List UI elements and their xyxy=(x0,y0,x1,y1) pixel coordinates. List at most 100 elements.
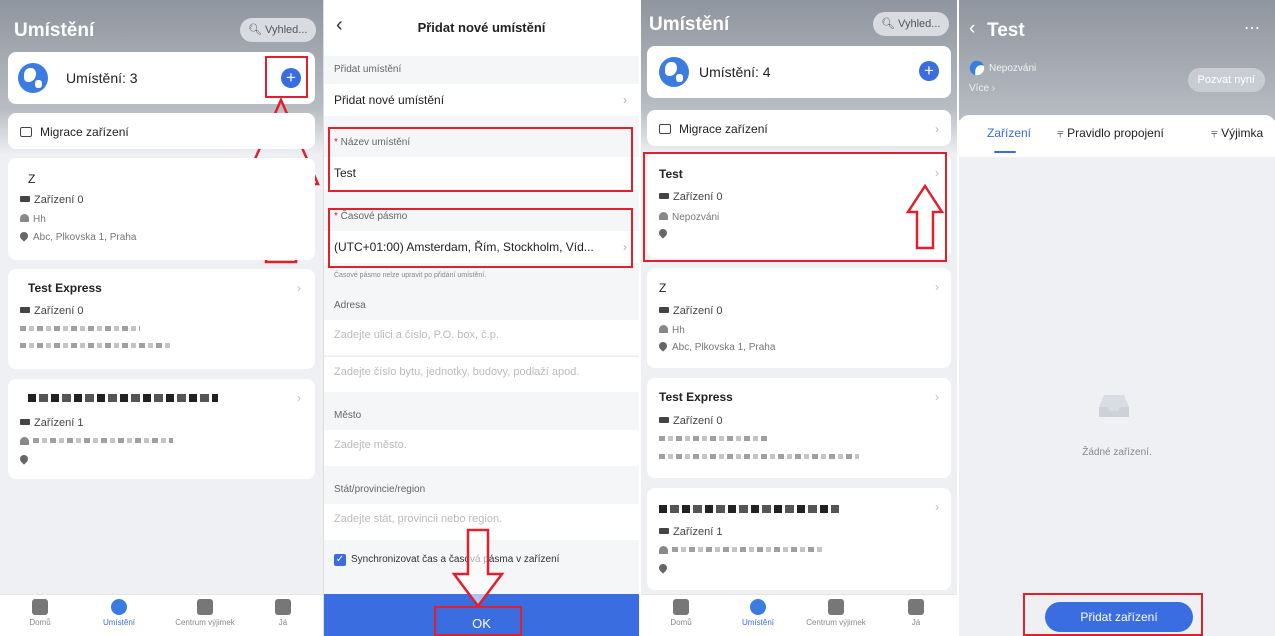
header-background xyxy=(959,0,1275,120)
rule-icon: ⫧︎ xyxy=(1211,126,1218,140)
tab-home[interactable]: Domů xyxy=(646,599,716,627)
empty-state-text: Žádné zařízení. xyxy=(1082,447,1152,458)
location-detail-screen: ‹ Test ⋯ Nepozváni Více › Pozvat nyní Za… xyxy=(957,0,1275,636)
active-tab-indicator xyxy=(994,151,1016,153)
chevron-right-icon: › xyxy=(935,122,939,136)
tab-exceptions[interactable]: Centrum výjimek xyxy=(801,599,871,627)
redacted-owner xyxy=(659,435,769,446)
location-card-test-express[interactable]: Test Express › Zařízení 0 xyxy=(8,269,315,369)
globe-icon xyxy=(18,63,48,93)
name-label: Název umístění xyxy=(340,137,411,148)
invite-now-button[interactable]: Pozvat nyní xyxy=(1187,68,1265,92)
migrate-devices-row[interactable]: Migrace zařízení xyxy=(8,113,315,149)
add-location-button[interactable]: + xyxy=(281,68,301,88)
timezone-note: Časové pásmo nelze upravit po přidání um… xyxy=(334,272,487,279)
person-icon xyxy=(275,599,291,615)
page-title: Umístění xyxy=(649,14,730,35)
location-card-z[interactable]: Z › Zařízení 0 Hh Abc, Plkovska 1, Praha xyxy=(647,268,951,368)
redacted-owner xyxy=(20,325,140,336)
more-link[interactable]: Více › xyxy=(969,83,995,94)
chevron-right-icon: › xyxy=(297,391,301,405)
device-icon xyxy=(659,193,669,199)
user-icon xyxy=(659,212,668,220)
add-device-button[interactable]: Přidat zařízení xyxy=(1045,602,1193,632)
search-icon: 🔍︎ xyxy=(881,18,895,30)
tab-locations[interactable]: Umístění xyxy=(84,599,154,627)
locations-count: Umístění: 4 xyxy=(699,64,771,80)
user-icon xyxy=(20,437,29,445)
search-button[interactable]: 🔍︎ Vyhled... xyxy=(240,18,316,42)
page-title: Přidat nové umístění xyxy=(417,20,546,35)
add-location-button[interactable]: + xyxy=(919,61,939,81)
timezone-label: Časové pásmo xyxy=(340,211,408,222)
device-icon xyxy=(20,419,30,425)
redacted-address xyxy=(659,453,859,464)
globe-icon xyxy=(750,599,766,615)
chevron-right-icon: › xyxy=(297,281,301,295)
ok-button[interactable]: OK xyxy=(324,594,639,636)
location-card-redacted[interactable]: › Zařízení 1 xyxy=(647,488,951,590)
tab-exceptions[interactable]: Centrum výjimek xyxy=(170,599,240,627)
globe-icon xyxy=(969,60,985,76)
tab-exception[interactable]: ⫧︎ Výjimka xyxy=(1211,126,1263,141)
location-pin-icon xyxy=(657,227,669,239)
address-label: Adresa xyxy=(334,300,366,311)
locations-screen: Umístění 🔍︎ Vyhled... Umístění: 3 + Migr… xyxy=(0,0,323,636)
globe-icon xyxy=(659,57,689,87)
bell-icon xyxy=(828,599,844,615)
chevron-right-icon: › xyxy=(935,280,939,294)
state-label: Stát/provincie/region xyxy=(334,484,426,495)
page-title: Umístění xyxy=(14,20,95,41)
chevron-right-icon: › xyxy=(935,500,939,514)
navigation-bar: ‹ Přidat nové umístění xyxy=(324,0,639,56)
locations-count: Umístění: 3 xyxy=(66,70,138,86)
location-pin-icon xyxy=(18,453,30,465)
redacted-owner xyxy=(659,546,822,557)
device-icon xyxy=(659,307,669,313)
user-icon xyxy=(20,214,29,222)
timezone-select[interactable]: (UTC+01:00) Amsterdam, Řím, Stockholm, V… xyxy=(324,231,639,263)
more-horizontal-icon[interactable]: ⋯ xyxy=(1244,18,1261,38)
location-pin-icon xyxy=(657,562,669,574)
home-icon xyxy=(673,599,689,615)
location-card-test-express[interactable]: Test Express › Zařízení 0 xyxy=(647,378,951,478)
user-icon xyxy=(659,546,668,554)
tab-linkage-rule[interactable]: ⫧︎ Pravidlo propojení xyxy=(1057,126,1164,141)
tab-home[interactable]: Domů xyxy=(5,599,75,627)
add-new-location-row[interactable]: Přidat nové umístění › xyxy=(324,84,639,116)
city-input[interactable]: Zadejte město. xyxy=(324,430,639,466)
tab-me[interactable]: Já xyxy=(248,599,318,627)
bell-icon xyxy=(197,599,213,615)
empty-tray-icon xyxy=(1099,395,1129,417)
chevron-right-icon: › xyxy=(935,390,939,404)
unit-input[interactable]: Zadejte číslo bytu, jednotky, budovy, po… xyxy=(324,356,639,392)
location-card-test[interactable]: Test › Zařízení 0 Nepozváni xyxy=(647,154,951,258)
street-input[interactable]: Zadejte ulici a číslo, P.O. box, č.p. xyxy=(324,320,639,355)
city-label: Město xyxy=(334,410,362,421)
migrate-devices-row[interactable]: Migrace zařízení › xyxy=(647,110,951,146)
device-icon xyxy=(659,417,669,423)
device-icon xyxy=(659,528,669,534)
location-card-redacted[interactable]: › Zařízení 1 xyxy=(8,379,315,479)
tab-devices[interactable]: Zařízení xyxy=(987,126,1031,140)
redacted-title xyxy=(659,504,839,516)
page-title: Test xyxy=(987,20,1025,41)
state-input[interactable]: Zadejte stát, provincii nebo region. xyxy=(324,504,639,540)
location-card-z[interactable]: Z Zařízení 0 Hh Abc, Plkovska 1, Praha xyxy=(8,158,315,260)
migrate-icon xyxy=(659,124,671,134)
redacted-address xyxy=(20,342,170,353)
tab-locations[interactable]: Umístění xyxy=(723,599,793,627)
tab-me[interactable]: Já xyxy=(881,599,951,627)
locations-screen-updated: Umístění 🔍︎ Vyhled... Umístění: 4 + Migr… xyxy=(639,0,957,636)
sync-time-checkbox[interactable]: ✓ Synchronizovat čas a časová pásma v zař… xyxy=(334,554,559,566)
back-icon[interactable]: ‹ xyxy=(969,18,975,40)
redacted-owner xyxy=(20,437,173,448)
location-name-input[interactable]: Test xyxy=(324,157,639,189)
rule-icon: ⫧︎ xyxy=(1057,126,1064,140)
home-icon xyxy=(32,599,48,615)
location-pin-icon xyxy=(657,340,669,352)
bottom-navigation: Domů Umístění Centrum výjimek Já xyxy=(0,594,323,636)
check-icon: ✓ xyxy=(334,554,346,566)
chevron-right-icon: › xyxy=(623,240,627,254)
search-button[interactable]: 🔍︎ Vyhled... xyxy=(873,12,949,36)
